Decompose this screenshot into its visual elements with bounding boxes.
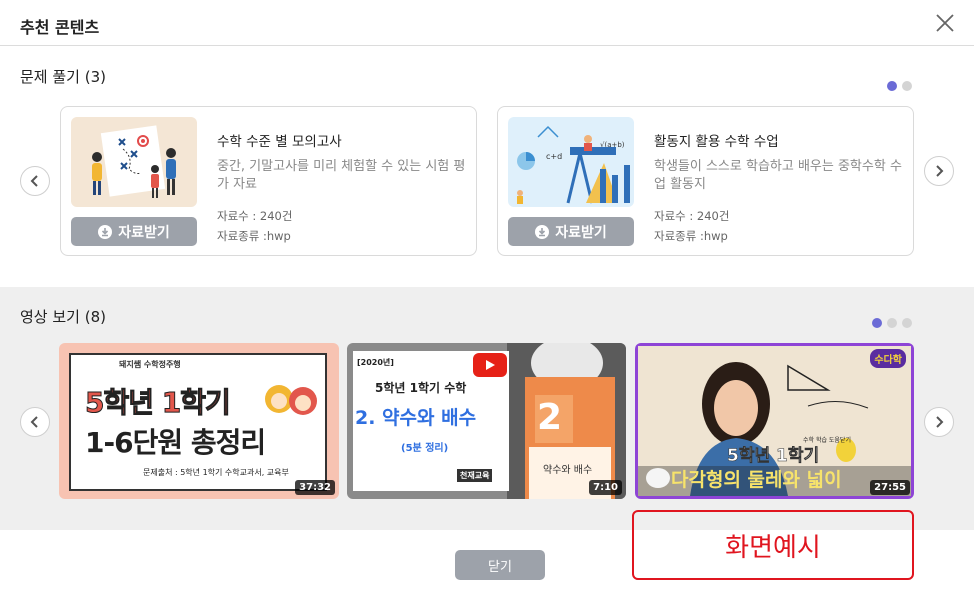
download-button-label: 자료받기 <box>555 224 607 241</box>
mock-exam-thumbnail <box>71 117 197 207</box>
video-line1: 5학년 1학기 <box>727 446 820 467</box>
video-duration: 27:55 <box>870 480 910 495</box>
problems-heading: 문제 풀기 (3) <box>20 68 106 86</box>
problems-pagination <box>887 81 912 91</box>
close-icon[interactable] <box>934 12 956 34</box>
video-line3: (5분 정리) <box>401 443 449 454</box>
book-chapter-number: 2 <box>537 397 563 438</box>
video-line2: 1-6단원 총정리 <box>85 426 266 459</box>
videos-pagination <box>872 318 912 328</box>
recommended-content-dialog: 추천 콘텐츠 문제 풀기 (3) 자료받기 수학 수준 별 모의고사 중간, 기… <box>0 0 974 600</box>
card-count: 자료수 : 240건 <box>654 209 730 223</box>
chevron-right-icon <box>936 416 944 428</box>
activity-sheet-thumbnail: c+d √(a+b) <box>508 117 634 207</box>
video-section: 영상 보기 (8) 돼지쌤 수학정주행 5학년 1학기 1-6단원 총정리 문제… <box>0 287 974 530</box>
chevron-left-icon <box>30 175 38 187</box>
problems-prev-arrow[interactable] <box>20 166 50 196</box>
download-button-label: 자료받기 <box>118 224 170 241</box>
card-description: 중간, 기말고사를 미리 체험할 수 있는 시험 평가 자료 <box>217 159 466 192</box>
channel-logo: 수다학 <box>870 349 906 368</box>
channel-tag: 돼지쌤 수학정주행 <box>119 360 181 369</box>
video-thumbnail-1[interactable]: 돼지쌤 수학정주행 5학년 1학기 1-6단원 총정리 문제출처 : 5학년 1… <box>59 343 339 499</box>
video-year-tag: [2020년] <box>357 358 394 367</box>
card-count: 자료수 : 240건 <box>217 209 293 223</box>
videos-prev-arrow[interactable] <box>20 407 50 437</box>
chevron-right-icon <box>936 165 944 177</box>
book-title: 약수와 배수 <box>543 465 593 476</box>
download-icon <box>98 224 113 239</box>
page-dot-1[interactable] <box>887 81 897 91</box>
video-line1: 5학년 1학기 <box>85 386 232 420</box>
download-button[interactable]: 자료받기 <box>508 217 634 246</box>
dialog-title: 추천 콘텐츠 <box>20 18 100 37</box>
youtube-icon <box>473 353 507 377</box>
video-line2: 다각형의 둘레와 넓이 <box>671 469 842 491</box>
problems-next-arrow[interactable] <box>924 156 954 186</box>
characters-illustration <box>265 385 317 415</box>
video-source: 문제출처 : 5학년 1학기 수학교과서, 교육부 <box>143 468 289 477</box>
page-dot-2[interactable] <box>902 81 912 91</box>
close-button[interactable]: 닫기 <box>455 550 545 580</box>
video-duration: 7:10 <box>589 480 622 495</box>
page-dot-1[interactable] <box>872 318 882 328</box>
video-line2: 2. 약수와 배수 <box>355 407 477 429</box>
screen-example-annotation: 화면예시 <box>632 510 914 580</box>
card-title: 활동지 활용 수학 수업 <box>654 134 779 150</box>
problem-card-mock-exam[interactable]: 자료받기 수학 수준 별 모의고사 중간, 기말고사를 미리 체험할 수 있는 … <box>60 106 477 256</box>
videos-next-arrow[interactable] <box>924 407 954 437</box>
card-file-type: 자료종류 :hwp <box>217 229 291 243</box>
svg-text:c+d: c+d <box>546 152 562 161</box>
page-dot-3[interactable] <box>902 318 912 328</box>
download-button[interactable]: 자료받기 <box>71 217 197 246</box>
download-icon <box>535 224 550 239</box>
dialog-header: 추천 콘텐츠 <box>0 0 974 46</box>
card-file-type: 자료종류 :hwp <box>654 229 728 243</box>
video-thumbnail-2[interactable]: 2 약수와 배수 [2020년] 5학년 1학기 수학 2. 약수와 배수 (5… <box>347 343 626 499</box>
video-duration: 37:32 <box>295 480 335 495</box>
page-dot-2[interactable] <box>887 318 897 328</box>
card-description: 학생들이 스스로 학습하고 배우는 중학수학 수업 활동지 <box>654 159 902 192</box>
video-line1: 5학년 1학기 수학 <box>375 381 467 395</box>
chevron-left-icon <box>30 416 38 428</box>
publisher-badge: 천재교육 <box>457 469 493 482</box>
videos-heading: 영상 보기 (8) <box>20 308 106 326</box>
card-title: 수학 수준 별 모의고사 <box>217 134 342 150</box>
video-thumbnail-3[interactable]: 수다학 수학 학습 도움닫기 5학년 1학기 다각형의 둘레와 넓이 27:55 <box>635 343 914 499</box>
problem-card-activity-sheet[interactable]: c+d √(a+b) 자료받기 활동지 활용 수학 수업 학생들이 스스로 학습… <box>497 106 914 256</box>
